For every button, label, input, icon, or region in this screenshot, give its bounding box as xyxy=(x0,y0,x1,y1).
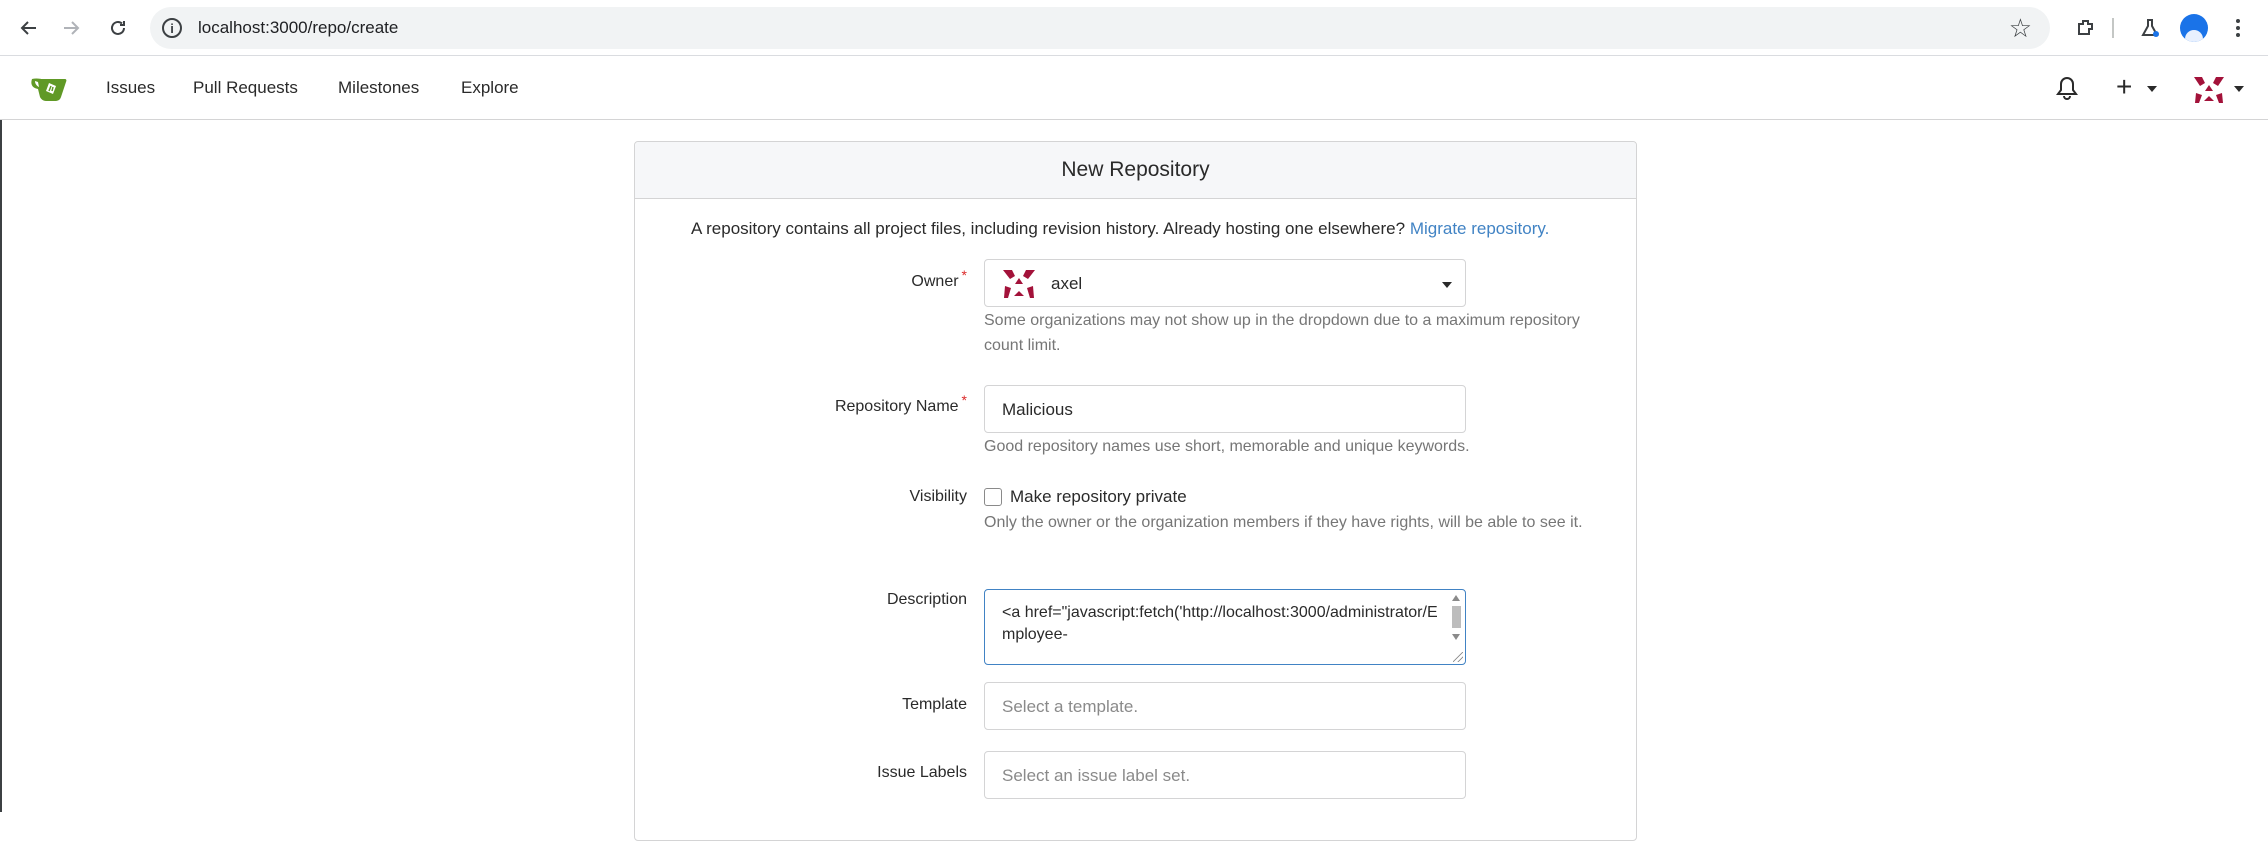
forward-icon[interactable] xyxy=(57,14,85,42)
required-asterisk-icon: * xyxy=(961,392,967,408)
repo-name-help-text: Good repository names use short, memorab… xyxy=(984,438,1470,455)
template-placeholder: Select a template. xyxy=(1002,697,1139,716)
create-new-plus-icon[interactable]: + xyxy=(2116,71,2132,103)
form-intro: A repository contains all project files,… xyxy=(691,219,1549,239)
issue-labels-dropdown[interactable]: Select an issue label set. xyxy=(984,751,1466,799)
site-info-icon[interactable]: i xyxy=(162,18,182,38)
nav-pull-requests[interactable]: Pull Requests xyxy=(193,78,298,98)
back-icon[interactable] xyxy=(15,14,43,42)
nav-issues[interactable]: Issues xyxy=(106,78,155,98)
intro-text: A repository contains all project files,… xyxy=(691,219,1406,238)
repo-name-input[interactable]: Malicious xyxy=(984,385,1466,433)
owner-avatar xyxy=(1001,268,1037,300)
issue-labels-placeholder: Select an issue label set. xyxy=(1002,766,1191,785)
form-title: New Repository xyxy=(635,142,1636,199)
visibility-help-text: Only the owner or the organization membe… xyxy=(984,514,1583,531)
labs-flask-icon[interactable] xyxy=(2134,12,2166,44)
owner-label: Owner * xyxy=(911,267,967,291)
owner-help-text: Some organizations may not show up in th… xyxy=(984,312,1580,354)
owner-value: axel xyxy=(1051,274,1083,293)
resize-handle-icon[interactable] xyxy=(1453,652,1463,662)
reload-icon[interactable] xyxy=(104,14,132,42)
repo-name-value[interactable]: Malicious xyxy=(1002,400,1073,420)
repo-name-label: Repository Name * xyxy=(834,392,967,416)
description-scrollbar[interactable] xyxy=(1449,592,1463,652)
template-label: Template xyxy=(902,696,967,713)
issue-labels-label: Issue Labels xyxy=(877,764,967,781)
user-menu-chevron-down-icon[interactable] xyxy=(2234,86,2244,92)
owner-chevron-down-icon[interactable] xyxy=(1442,282,1452,288)
user-avatar[interactable] xyxy=(2192,73,2226,107)
required-asterisk-icon: * xyxy=(961,267,967,283)
visibility-label: Visibility xyxy=(909,488,968,505)
owner-label-text: Owner xyxy=(911,273,959,290)
url-text[interactable]: localhost:3000/repo/create xyxy=(198,18,398,38)
bookmark-star-icon[interactable]: ☆ xyxy=(2009,13,2032,44)
make-private-checkbox[interactable] xyxy=(984,488,1002,506)
repo-name-label-text: Repository Name xyxy=(834,398,959,415)
nav-milestones[interactable]: Milestones xyxy=(338,78,419,98)
nav-explore[interactable]: Explore xyxy=(461,78,519,98)
profile-icon[interactable] xyxy=(2178,12,2210,44)
gitea-logo-icon[interactable] xyxy=(30,73,68,103)
extensions-icon[interactable] xyxy=(2070,12,2102,44)
address-bar[interactable]: i localhost:3000/repo/create ☆ xyxy=(150,7,2050,49)
description-label: Description xyxy=(886,591,967,608)
template-dropdown[interactable]: Select a template. xyxy=(984,682,1466,730)
window-edge xyxy=(0,120,2,812)
notifications-bell-icon[interactable] xyxy=(2056,75,2082,103)
make-private-label[interactable]: Make repository private xyxy=(1010,487,1187,507)
menu-dots-icon[interactable] xyxy=(2226,12,2250,44)
main-navbar: Issues Pull Requests Milestones Explore … xyxy=(0,57,2268,120)
migrate-repository-link[interactable]: Migrate repository. xyxy=(1410,219,1550,238)
description-value[interactable]: <a href="javascript:fetch('http://localh… xyxy=(1002,602,1442,646)
description-textarea[interactable]: <a href="javascript:fetch('http://localh… xyxy=(984,589,1466,665)
browser-toolbar: i localhost:3000/repo/create ☆ xyxy=(0,0,2268,56)
toolbar-divider xyxy=(2112,18,2114,38)
scroll-thumb[interactable] xyxy=(1452,606,1461,628)
scroll-down-icon[interactable] xyxy=(1452,634,1460,640)
owner-dropdown[interactable]: axel xyxy=(984,259,1466,307)
create-menu-chevron-down-icon[interactable] xyxy=(2147,86,2157,92)
new-repository-form: New Repository A repository contains all… xyxy=(634,141,1637,841)
scroll-up-icon[interactable] xyxy=(1452,595,1460,601)
